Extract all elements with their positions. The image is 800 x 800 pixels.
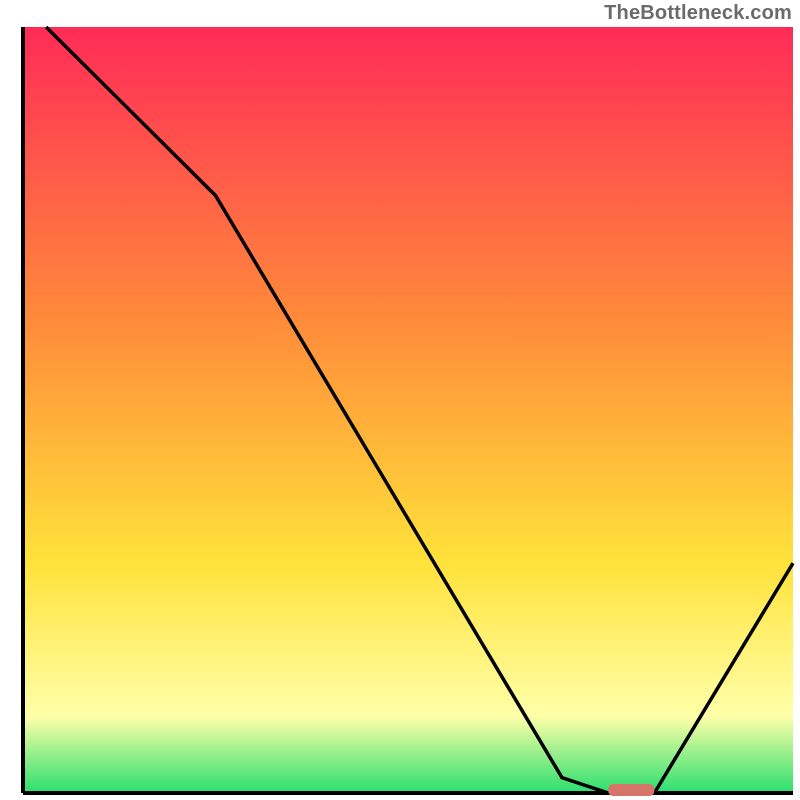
optimal-range-marker [608,784,654,796]
bottleneck-chart [0,0,800,800]
plot-background [23,27,793,793]
chart-container: TheBottleneck.com [0,0,800,800]
